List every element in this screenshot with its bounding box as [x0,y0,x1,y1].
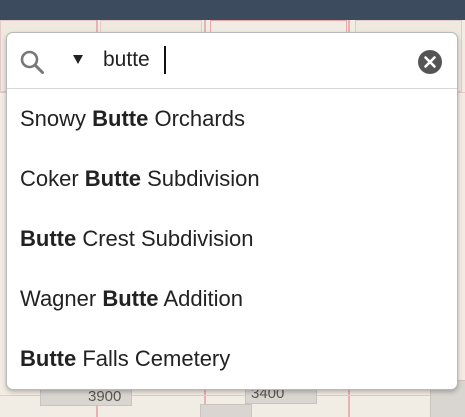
search-bar [7,33,457,89]
result-text-match: Butte [84,166,142,191]
result-text-after: Addition [158,286,243,311]
map-top-bar [0,0,465,20]
result-text-before: Coker [20,166,85,191]
search-result-item[interactable]: Coker Butte Subdivision [7,149,457,209]
chevron-down-icon[interactable] [73,55,83,64]
result-text-match: Butte [20,346,77,371]
result-text-after: Subdivision [141,166,260,191]
result-text-after: Orchards [148,106,245,131]
result-text-before: Snowy [20,106,93,131]
clear-icon[interactable] [417,49,443,75]
result-text-match: Butte [102,286,159,311]
search-icon[interactable] [19,49,45,75]
map-parcel-label: 3900 [88,388,122,405]
search-result-item[interactable]: Snowy Butte Orchards [7,89,457,149]
result-text-before: Wagner [20,286,103,311]
map-building [200,404,252,417]
result-text-match: Butte [92,106,149,131]
search-result-item[interactable]: Butte Crest Subdivision [7,209,457,269]
search-input[interactable] [103,45,403,75]
search-result-item[interactable]: Butte Falls Cemetery [7,329,457,389]
search-panel: Snowy Butte Orchards Coker Butte Subdivi… [6,32,458,390]
result-text-after: Crest Subdivision [76,226,254,251]
search-result-item[interactable]: Wagner Butte Addition [7,269,457,329]
text-cursor [164,46,166,74]
search-results-list: Snowy Butte Orchards Coker Butte Subdivi… [7,89,457,389]
result-text-after: Falls Cemetery [76,346,231,371]
result-text-match: Butte [20,226,77,251]
